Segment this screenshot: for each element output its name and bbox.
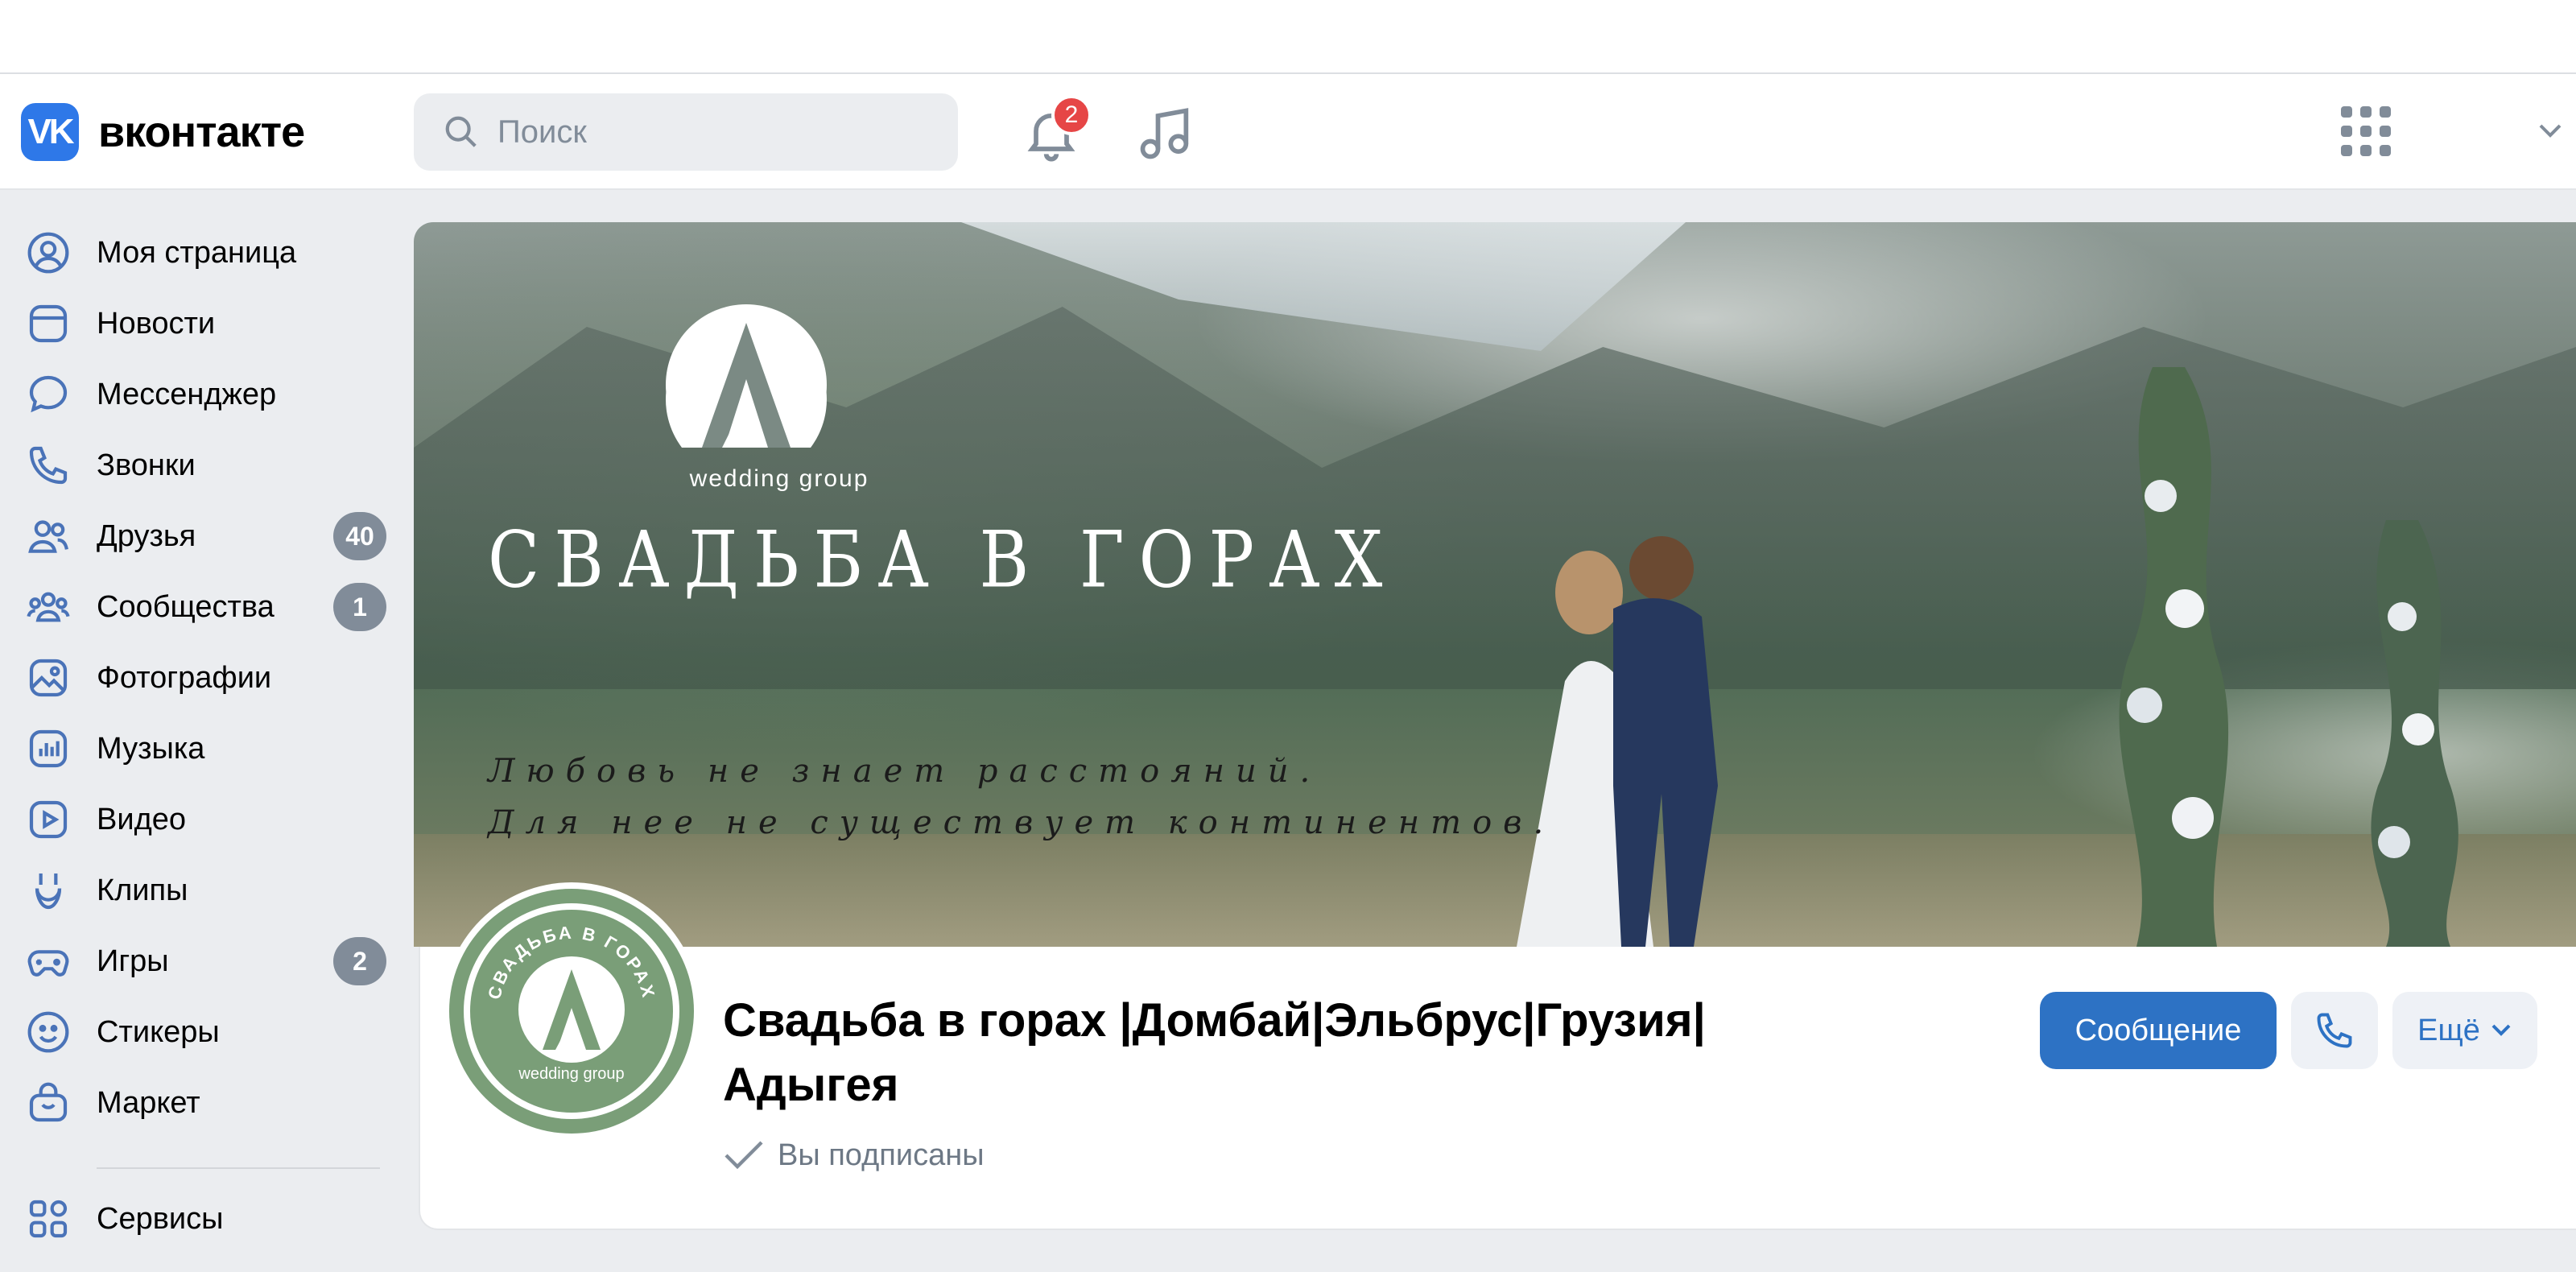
gamepad-icon — [27, 950, 69, 977]
cover-flower-arch — [2119, 367, 2229, 947]
chevron-down-icon — [2491, 1024, 2511, 1036]
avatar-image: СВАДЬБА В ГОРАХ wedding group — [449, 889, 694, 1134]
cover-flower-arch-small — [2371, 520, 2458, 947]
avatar-emblem: СВАДЬБА В ГОРАХ wedding group — [464, 903, 679, 1119]
notifications-button[interactable]: 2 — [1021, 95, 1092, 164]
check-icon — [724, 1141, 763, 1170]
photo-icon — [29, 659, 68, 697]
sidebar-item-label: Моя страница — [97, 235, 297, 270]
cover-quote-line: Для нее не существует континентов. — [488, 804, 1555, 841]
cover-title: СВАДЬБА В ГОРАХ — [488, 514, 1397, 605]
search-input[interactable] — [496, 113, 934, 151]
video-icon — [29, 800, 68, 839]
sidebar-item-label: Фотографии — [97, 660, 272, 695]
sidebar-item-services[interactable]: Сервисы — [0, 1187, 402, 1251]
notifications-badge: 2 — [1051, 95, 1092, 135]
chat-bubble-icon — [29, 375, 68, 413]
sidebar-item-photos[interactable]: Фотографии — [0, 646, 402, 710]
sidebar-item-friends[interactable]: Друзья 40 — [0, 504, 402, 568]
phone-icon — [2317, 1013, 2352, 1048]
cover-quote: Любовь не знает расстояний. Для нее не с… — [488, 745, 1554, 849]
phone-icon — [29, 446, 68, 485]
sidebar-item-video[interactable]: Видео — [0, 787, 402, 852]
cover-quote-line: Любовь не знает расстояний. — [488, 753, 1322, 790]
cover-couple-image — [1517, 536, 1718, 947]
sidebar-item-label: Маркет — [97, 1085, 200, 1120]
search-box[interactable] — [414, 93, 958, 171]
sidebar-item-label: Музыка — [97, 731, 205, 766]
sidebar-item-label: Клипы — [97, 873, 188, 907]
communities-icon — [27, 592, 70, 622]
search-icon — [445, 116, 477, 147]
call-button[interactable] — [2291, 992, 2378, 1069]
music-player-button[interactable] — [1135, 103, 1196, 164]
services-icon — [29, 1200, 68, 1238]
brand-subtitle: wedding group — [689, 465, 869, 492]
sidebar-item-label: Новости — [97, 306, 216, 341]
sidebar-item-label: Мессенджер — [97, 377, 277, 411]
friends-icon — [28, 520, 68, 553]
community-cover: wedding group СВАДЬБА В ГОРАХ Любовь не … — [414, 222, 2576, 947]
user-circle-icon — [27, 232, 69, 274]
more-button-label: Ещё — [2417, 1013, 2480, 1047]
sidebar-item-label: Друзья — [97, 518, 196, 553]
logo-text: вконтакте — [98, 108, 305, 156]
news-icon — [29, 304, 68, 343]
sidebar-item-label: Стикеры — [97, 1014, 220, 1049]
sidebar-item-messenger[interactable]: Мессенджер — [0, 362, 402, 427]
sidebar-item-label: Звонки — [97, 448, 196, 482]
music-note-icon — [1140, 108, 1189, 159]
sidebar-item-calls[interactable]: Звонки — [0, 433, 402, 498]
community-avatar[interactable]: СВАДЬБА В ГОРАХ wedding group — [443, 882, 700, 1140]
more-button[interactable]: Ещё — [2392, 992, 2537, 1069]
sidebar-item-market[interactable]: Маркет — [0, 1071, 402, 1135]
bag-icon — [29, 1082, 68, 1122]
subscription-status-label: Вы подписаны — [778, 1138, 985, 1172]
sidebar-item-music[interactable]: Музыка — [0, 717, 402, 781]
friends-count-badge: 40 — [333, 512, 386, 560]
apps-grid-icon[interactable] — [2339, 105, 2392, 158]
smile-icon — [27, 1011, 69, 1053]
sidebar-item-label: Сервисы — [97, 1201, 224, 1236]
brand-mountain-logo — [666, 304, 827, 448]
sidebar-item-stickers[interactable]: Стикеры — [0, 1000, 402, 1064]
games-count-badge: 2 — [333, 937, 386, 985]
communities-count-badge: 1 — [333, 583, 386, 631]
music-icon — [29, 729, 68, 768]
sidebar-divider — [97, 1167, 380, 1169]
sidebar-item-label: Видео — [97, 802, 187, 836]
vk-logo[interactable]: VK вконтакте — [21, 103, 305, 161]
chevron-down-icon[interactable] — [2537, 121, 2563, 140]
sidebar-item-label: Сообщества — [97, 589, 275, 624]
sidebar-item-news[interactable]: Новости — [0, 291, 402, 356]
top-header: VK вконтакте 2 — [0, 74, 2576, 190]
avatar-brand-sub: wedding group — [518, 1065, 624, 1083]
message-button[interactable]: Сообщение — [2040, 992, 2277, 1069]
sidebar-item-label: Игры — [97, 944, 169, 978]
vk-logo-icon: VK — [21, 103, 79, 161]
subscription-status[interactable]: Вы подписаны — [723, 1135, 985, 1175]
sidebar-item-communities[interactable]: Сообщества 1 — [0, 575, 402, 639]
sidebar-item-my-page[interactable]: Моя страница — [0, 221, 402, 285]
sidebar-item-clips[interactable]: Клипы — [0, 858, 402, 923]
sidebar-item-games[interactable]: Игры 2 — [0, 929, 402, 993]
clips-icon — [35, 873, 62, 910]
browser-top-bar — [0, 0, 2576, 74]
community-name: Свадьба в горах |Домбай|Эльбрус|Грузия| … — [723, 994, 1706, 1111]
